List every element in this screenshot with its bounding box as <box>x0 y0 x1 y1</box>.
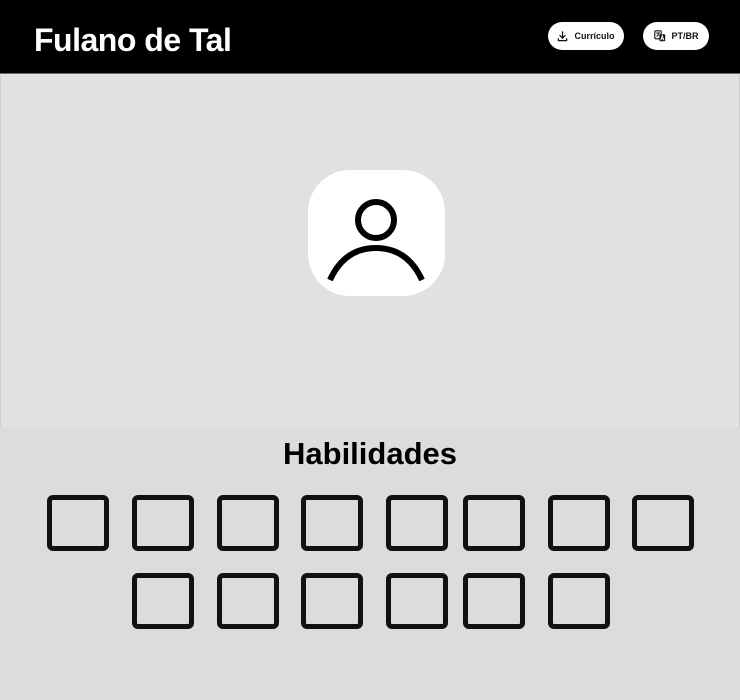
skill-icon-12 <box>386 573 448 629</box>
skill-icon-10 <box>217 573 279 629</box>
skill-icon-1 <box>47 495 109 551</box>
download-cv-button[interactable]: Currículo <box>548 22 624 50</box>
skill-icon-14 <box>548 573 610 629</box>
skill-icon-4 <box>301 495 363 551</box>
profile-avatar <box>308 170 445 296</box>
top-bar: Fulano de Tal Currículo PT/BR <box>0 0 740 74</box>
download-cv-label: Currículo <box>574 31 615 41</box>
skill-icon-8 <box>632 495 694 551</box>
download-icon <box>558 30 568 41</box>
skill-icon-2 <box>132 495 194 551</box>
skill-icon-13 <box>463 573 525 629</box>
language-toggle-button[interactable]: PT/BR <box>643 22 709 50</box>
skills-heading: Habilidades <box>283 436 457 471</box>
skill-icon-3 <box>217 495 279 551</box>
skills-section: Habilidades <box>0 427 740 700</box>
user-icon <box>327 199 425 282</box>
language-label: PT/BR <box>671 31 699 41</box>
skill-icon-6 <box>463 495 525 551</box>
site-title: Fulano de Tal <box>34 22 232 58</box>
profile-section <box>0 75 740 427</box>
skill-icon-5 <box>386 495 448 551</box>
skill-icon-9 <box>132 573 194 629</box>
translate-icon <box>653 30 665 42</box>
skill-icon-7 <box>548 495 610 551</box>
skill-icon-11 <box>301 573 363 629</box>
